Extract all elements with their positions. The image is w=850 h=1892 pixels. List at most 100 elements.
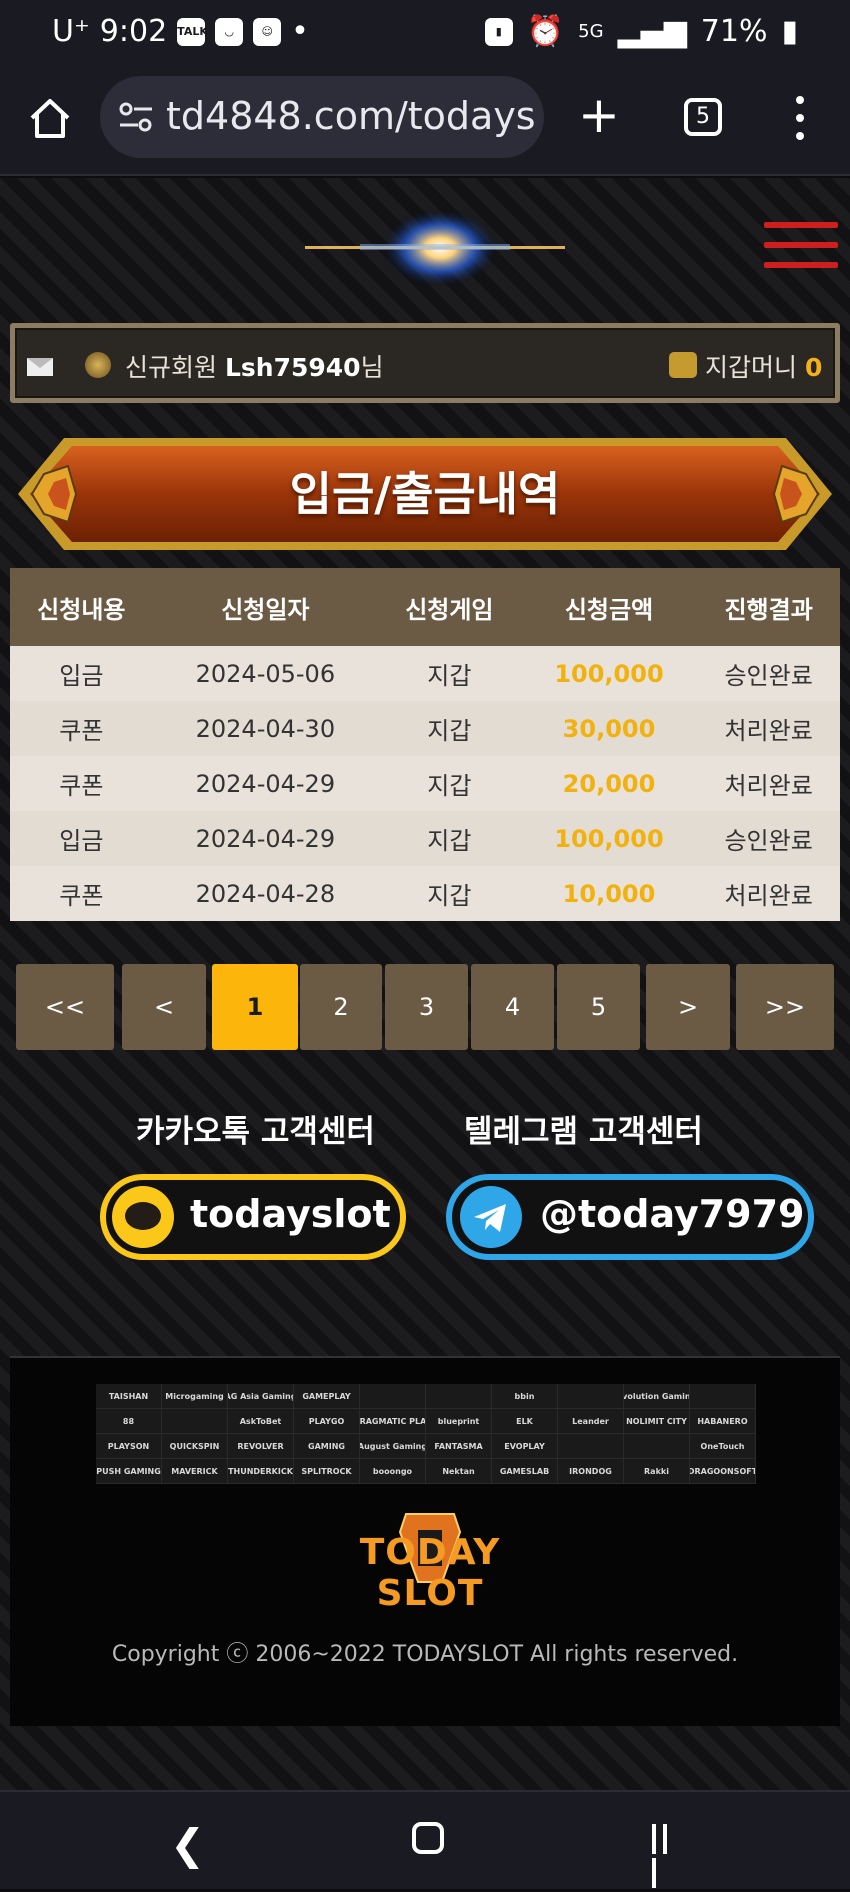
provider-logo <box>690 1384 756 1409</box>
provider-logo <box>558 1434 624 1459</box>
page-button-2[interactable]: 2 <box>300 964 382 1050</box>
cell-status: 처리완료 <box>697 701 840 756</box>
home-icon[interactable] <box>28 96 72 140</box>
face-notification-icon: ☺ <box>253 17 282 46</box>
lens-flare-logo <box>305 208 565 288</box>
provider-logo <box>162 1409 228 1434</box>
wallet-value: 0 <box>804 353 823 382</box>
first-page-button[interactable]: << <box>16 964 114 1050</box>
provider-logo: Evolution Gaming <box>624 1384 690 1409</box>
cell-amount: 20,000 <box>520 756 698 811</box>
cell-amount: 100,000 <box>520 811 698 866</box>
cell-amount: 100,000 <box>520 646 698 701</box>
next-page-button[interactable]: > <box>646 964 730 1050</box>
mail-icon[interactable] <box>27 358 53 376</box>
cell-status: 승인완료 <box>697 811 840 866</box>
carrier-label: U⁺ <box>52 14 90 49</box>
page-content: 신규회원 Lsh75940님 지갑머니 0 입금/출금내역 신청내용 신청일자 … <box>0 178 850 1790</box>
page-title: 입금/출금내역 <box>289 467 561 521</box>
page-button-4[interactable]: 4 <box>471 964 554 1050</box>
prev-page-button[interactable]: < <box>122 964 206 1050</box>
column-header: 신청게임 <box>378 568 521 646</box>
cell-status: 처리완료 <box>697 866 840 921</box>
cell-game: 지갑 <box>378 756 521 811</box>
provider-logo <box>426 1384 492 1409</box>
provider-logo: PRAGMATIC PLAY <box>360 1409 426 1434</box>
provider-logo: MAVERICK <box>162 1459 228 1484</box>
cell-type: 쿠폰 <box>10 866 153 921</box>
provider-logo: PUSH GAMING <box>96 1459 162 1484</box>
brand-wordmark: TODAY SLOT <box>359 1532 501 1614</box>
provider-logo <box>360 1384 426 1409</box>
cell-date: 2024-04-30 <box>152 701 379 756</box>
column-header: 신청일자 <box>152 568 379 646</box>
table-header-row: 신청내용 신청일자 신청게임 신청금액 진행결과 <box>10 568 840 646</box>
provider-logo: Rakki <box>624 1459 690 1484</box>
status-left: U⁺ 9:02 TALK ◡ ☺ • <box>52 14 309 49</box>
site-footer: TAISHAN Microgaming AG Asia Gaming GAMEPLAY… <box>10 1356 840 1726</box>
address-bar[interactable]: td4848.com/todays <box>100 76 544 158</box>
provider-logo <box>558 1384 624 1409</box>
more-notifications-dot-icon: • <box>291 14 309 49</box>
back-icon[interactable]: ❮ <box>170 1820 205 1869</box>
pagination: << < 1 2 3 4 5 > >> <box>16 964 836 1050</box>
page-button-5[interactable]: 5 <box>557 964 640 1050</box>
provider-logo: THUNDERKICK <box>228 1459 294 1484</box>
cell-status: 처리완료 <box>697 756 840 811</box>
url-text[interactable]: td4848.com/todays <box>166 94 536 138</box>
page-button-3[interactable]: 3 <box>385 964 468 1050</box>
talk-notification-icon: TALK <box>177 17 208 46</box>
cell-type: 입금 <box>10 646 153 701</box>
save-icon: ▮ <box>484 17 513 46</box>
cell-type: 입금 <box>10 811 153 866</box>
more-menu-icon[interactable] <box>796 96 806 142</box>
kakao-contact-button[interactable]: todayslot <box>100 1174 406 1260</box>
brand-logo: TODAY SLOT <box>310 1508 550 1614</box>
alarm-icon: ⏰ <box>526 14 565 49</box>
telegram-id: @today7979 <box>540 1192 805 1236</box>
cell-type: 쿠폰 <box>10 701 153 756</box>
cell-amount: 30,000 <box>520 701 698 756</box>
provider-logo: booongo <box>360 1459 426 1484</box>
home-button-icon[interactable] <box>412 1822 444 1854</box>
column-header: 신청내용 <box>10 568 153 646</box>
provider-logo: IRONDOG <box>558 1459 624 1484</box>
menu-icon[interactable] <box>764 222 838 278</box>
level-badge-icon <box>85 352 111 378</box>
new-tab-icon[interactable]: + <box>578 90 620 140</box>
provider-logo: NOLIMIT CITY <box>624 1409 690 1434</box>
cell-date: 2024-04-28 <box>152 866 379 921</box>
recents-icon[interactable] <box>652 1824 682 1888</box>
provider-logo: SPLITROCK <box>294 1459 360 1484</box>
cell-date: 2024-05-06 <box>152 646 379 701</box>
wallet-money: 지갑머니 0 <box>705 348 822 384</box>
provider-logo: TAISHAN <box>96 1384 162 1409</box>
network-type: 5G <box>578 21 604 42</box>
page-button-1[interactable]: 1 <box>212 964 298 1050</box>
telegram-icon <box>460 1186 522 1248</box>
provider-logo: HABANERO <box>690 1409 756 1434</box>
battery-level: 71% <box>700 14 768 49</box>
game-provider-logos: TAISHAN Microgaming AG Asia Gaming GAMEPLAY… <box>96 1384 756 1484</box>
username: Lsh75940 <box>224 353 361 382</box>
clock: 9:02 <box>99 14 168 49</box>
cell-date: 2024-04-29 <box>152 811 379 866</box>
transaction-table: 신청내용 신청일자 신청게임 신청금액 진행결과 입금 2024-05-06 지… <box>10 568 840 921</box>
provider-logo: ELK <box>492 1409 558 1434</box>
provider-logo: FANTASMA <box>426 1434 492 1459</box>
table-row: 쿠폰 2024-04-29 지갑 20,000 처리완료 <box>10 756 840 811</box>
provider-logo: blueprint <box>426 1409 492 1434</box>
cell-game: 지갑 <box>378 646 521 701</box>
cell-status: 승인완료 <box>697 646 840 701</box>
wallet-label: 지갑머니 <box>705 353 798 382</box>
provider-logo: DRAGOONSOFT <box>690 1459 756 1484</box>
status-right: ▮ ⏰ 5G ▂▄▆ 71% ▮ <box>484 14 798 49</box>
browser-toolbar: td4848.com/todays + 5 <box>0 70 850 176</box>
provider-logo: AG Asia Gaming <box>228 1384 294 1409</box>
last-page-button[interactable]: >> <box>736 964 834 1050</box>
site-settings-icon[interactable] <box>118 100 154 134</box>
provider-logo: 88 <box>96 1409 162 1434</box>
table-row: 입금 2024-05-06 지갑 100,000 승인완료 <box>10 646 840 701</box>
telegram-contact-button[interactable]: @today7979 <box>446 1174 814 1260</box>
tab-switcher-button[interactable]: 5 <box>684 98 722 136</box>
